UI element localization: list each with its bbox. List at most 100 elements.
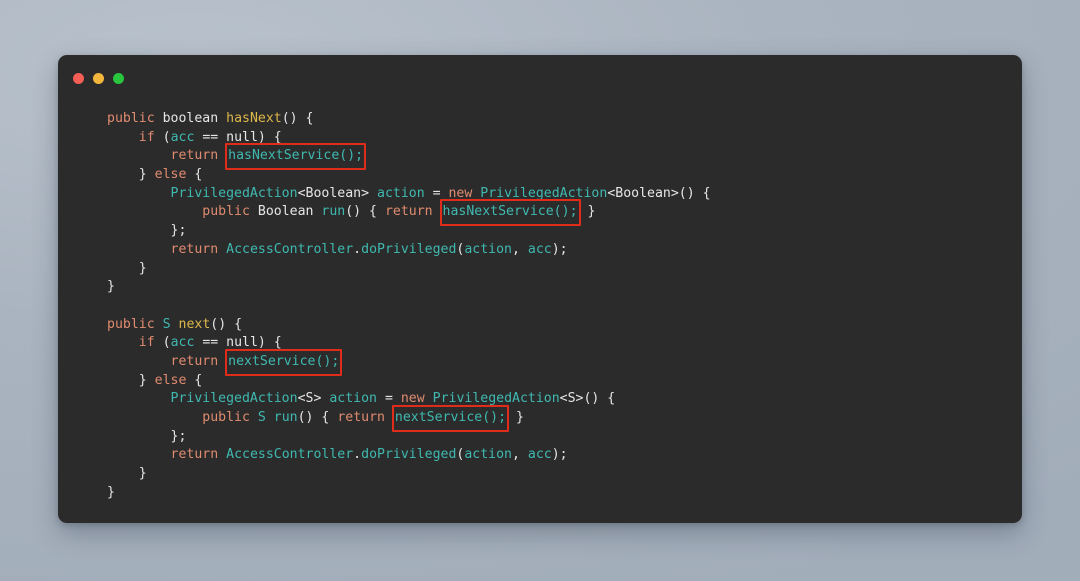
token-keyword-if: if (138, 129, 155, 145)
desktop-backdrop: public boolean hasNext() { if (acc == nu… (0, 0, 1080, 581)
token-var-action: action (377, 185, 425, 201)
token-keyword-return-5: return (337, 410, 385, 425)
code-line-13: if (acc == null) { (107, 334, 1022, 353)
token-class-accesscontroller: AccessController (226, 241, 354, 257)
token-type-s-2: S (257, 410, 266, 425)
token-keyword-else: else (154, 167, 187, 183)
token-class-accesscontroller-2: AccessController (226, 447, 354, 463)
token-class-privilegedaction: PrivilegedAction (170, 185, 298, 201)
token-punctuation-4: () { (297, 410, 338, 425)
token-operator-eq: == (194, 129, 227, 145)
token-keyword-public-4: public (202, 410, 250, 425)
highlight-box-nextservice-2: nextService(); (391, 405, 510, 432)
token-operator-assign-2: = (384, 391, 401, 407)
code-line-14: return nextService(); (107, 349, 1022, 376)
code-line-5: PrivilegedAction<Boolean> action = new P… (107, 185, 1022, 204)
token-brace-open: { (186, 167, 203, 183)
code-line-7: }; (107, 222, 1022, 241)
token-var-acc-3: acc (170, 335, 195, 351)
token-method-doprivileged: doPrivileged (361, 241, 457, 257)
token-brace-close-3: } (138, 260, 147, 276)
token-var-acc-2: acc (527, 241, 552, 257)
code-line-9: } (107, 260, 1022, 279)
token-keyword-return-6: return (170, 447, 219, 463)
code-line-1: public boolean hasNext() { (107, 110, 1022, 129)
code-window: public boolean hasNext() { if (acc == nu… (58, 55, 1022, 523)
token-keyword-new-2: new (400, 391, 425, 407)
code-line-4: } else { (107, 166, 1022, 185)
token-class-privilegedaction-2: PrivilegedAction (480, 185, 608, 201)
token-method-hasnext: hasNext (226, 111, 282, 126)
token-method-doprivileged-2: doPrivileged (361, 447, 457, 463)
token-comma: , (512, 241, 528, 257)
token-brace-close-7: } (138, 466, 147, 482)
token-var-action-4: action (464, 447, 512, 463)
token-keyword-return-4: return (170, 353, 219, 369)
token-brace-close-6: } (516, 410, 524, 425)
token-type-s: S (162, 316, 171, 332)
token-keyword-public: public (107, 111, 155, 126)
token-operator-eq-2: == (194, 335, 227, 351)
token-type-boolean: boolean (162, 111, 219, 126)
source-code-block: public boolean hasNext() { if (acc == nu… (58, 100, 1022, 502)
token-dot-2: . (353, 447, 362, 463)
code-line-8: return AccessController.doPrivileged(act… (107, 241, 1022, 260)
zoom-button-icon[interactable] (113, 73, 124, 84)
token-paren-close-2: ); (551, 447, 568, 463)
token-paren-brace-2: ) { (257, 335, 282, 351)
token-brace-open-2: { (186, 372, 203, 388)
highlight-box-nextservice-1: nextService(); (225, 349, 343, 376)
token-keyword-public-3: public (107, 316, 155, 332)
token-anon-class-end: }; (170, 223, 187, 239)
token-paren-open-3: ( (162, 335, 171, 351)
token-operator-assign: = (432, 185, 449, 201)
token-keyword-return: return (170, 148, 219, 164)
minimize-button-icon[interactable] (93, 73, 104, 84)
highlight-box-hasnextservice-2: hasNextService(); (439, 199, 581, 226)
highlight-box-hasnextservice-1: hasNextService(); (225, 143, 367, 170)
token-keyword-public-2: public (202, 204, 250, 220)
token-method-run: run (321, 204, 346, 220)
close-button-icon[interactable] (73, 73, 84, 84)
token-keyword-if-2: if (138, 335, 155, 351)
code-line-6: public Boolean run() { return hasNextSer… (107, 199, 1022, 226)
token-paren-brace: ) { (257, 129, 282, 145)
token-var-action-3: action (329, 391, 377, 407)
code-line-17: public S run() { return nextService(); } (107, 405, 1022, 432)
code-line-21: } (107, 484, 1022, 503)
token-paren-open: ( (162, 129, 171, 145)
code-editor-area[interactable]: public boolean hasNext() { if (acc == nu… (58, 100, 1022, 523)
code-line-2: if (acc == null) { (107, 129, 1022, 148)
token-brace-close-8: } (107, 484, 115, 500)
token-literal-null-2: null (226, 335, 258, 351)
token-anon-class-end-2: }; (170, 428, 187, 444)
token-literal-null: null (226, 129, 258, 145)
token-keyword-return-3: return (170, 241, 219, 257)
token-method-next: next (178, 316, 211, 332)
token-brace-close-2: } (587, 204, 596, 220)
token-generic-boolean: <Boolean> (297, 185, 370, 201)
token-brace-close: } (138, 167, 155, 183)
code-line-3: return hasNextService(); (107, 143, 1022, 170)
token-punctuation-3: () { (210, 316, 243, 332)
token-dot: . (353, 241, 362, 257)
token-comma-2: , (512, 447, 528, 463)
code-line-11-blank (107, 297, 1022, 316)
window-titlebar[interactable] (58, 55, 1022, 100)
token-method-run-2: run (273, 410, 298, 425)
code-line-18: }; (107, 428, 1022, 447)
code-line-16: PrivilegedAction<S> action = new Privile… (107, 390, 1022, 409)
window-controls (73, 73, 124, 84)
token-generic-s: <S> (297, 391, 322, 407)
token-var-action-2: action (464, 241, 512, 257)
code-line-20: } (107, 465, 1022, 484)
token-type-boolean-2: Boolean (257, 204, 314, 220)
token-paren-close: ); (551, 241, 568, 257)
token-punctuation: () { (281, 111, 314, 126)
token-keyword-return-2: return (384, 204, 433, 220)
code-line-19: return AccessController.doPrivileged(act… (107, 446, 1022, 465)
token-punctuation-2: () { (345, 204, 385, 220)
token-var-acc: acc (170, 129, 195, 145)
token-var-acc-4: acc (527, 447, 552, 463)
code-line-10: } (107, 278, 1022, 297)
